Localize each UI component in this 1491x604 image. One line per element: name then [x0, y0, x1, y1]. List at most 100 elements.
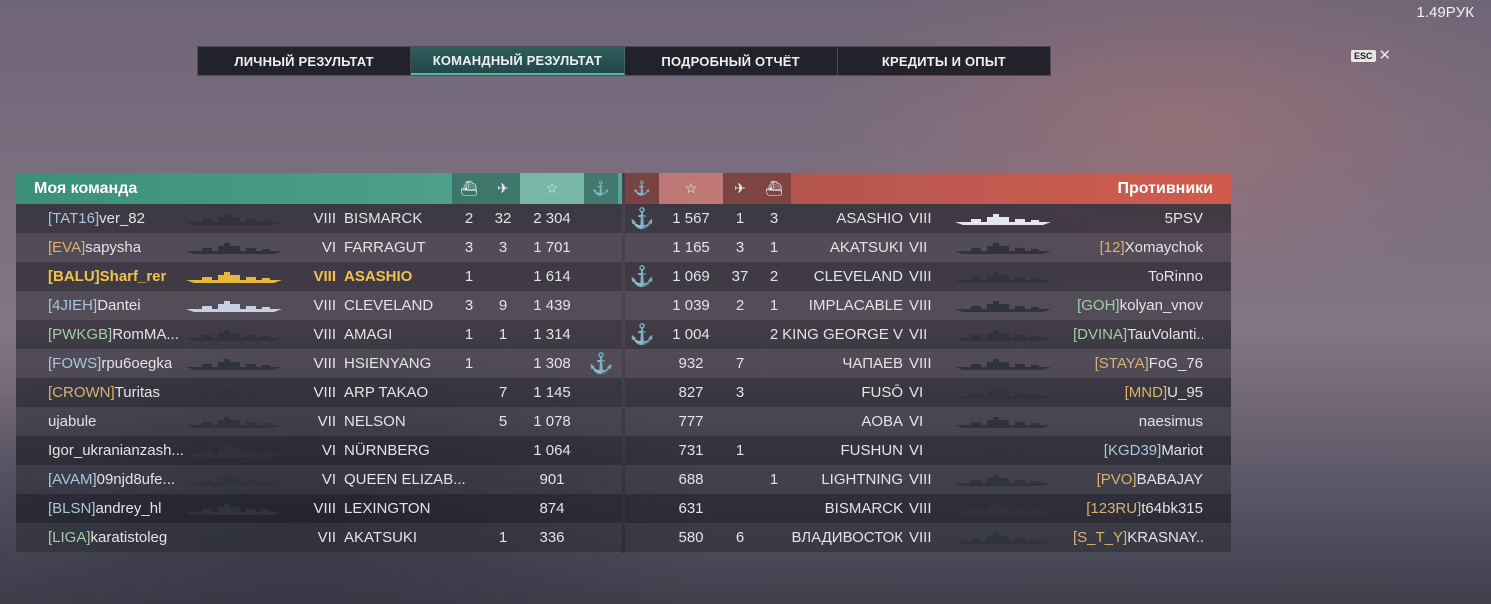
ships-destroyed: 1 — [769, 239, 779, 256]
player-name: [S_T_Y]KRASNAY... — [1073, 529, 1203, 546]
ship-tier: VI — [321, 471, 336, 488]
player-row[interactable]: 631 BISMARCK VIII [123RU]t64bk315 — [625, 494, 1231, 523]
player-row[interactable]: ujabule VII NELSON 5 1 078 — [16, 407, 622, 436]
player-name-cell: [BALU]Sharf_rer — [16, 268, 186, 285]
player-row[interactable]: ⚓ 1 069 37 2 CLEVELAND VIII ToRinno — [625, 262, 1231, 291]
player-row[interactable]: Igor_ukranianzash... VI NÜRNBERG 1 064 — [16, 436, 622, 465]
player-row[interactable]: 688 1 LIGHTNING VIII [PVO]BABAJAY — [625, 465, 1231, 494]
player-nickname: FoG_76 — [1148, 355, 1203, 372]
score-star-icon[interactable]: ☆ — [520, 173, 584, 204]
ship-silhouette — [186, 385, 310, 401]
base-xp-score: 1 165 — [672, 239, 710, 256]
clan-tag: [DVINA] — [1073, 326, 1128, 343]
ship-silhouette-icon — [186, 358, 282, 370]
ship-silhouette-icon — [955, 416, 1051, 428]
clan-tag: [S_T_Y] — [1073, 529, 1128, 546]
base-xp-score: 1 439 — [533, 297, 571, 314]
player-nickname: Turitas — [114, 384, 160, 401]
player-row[interactable]: 827 3 FUSŌ VI [MND]U_95 — [625, 378, 1231, 407]
player-row[interactable]: 1 039 2 1 IMPLACABLE VIII [GOH]kolyan_vnov — [625, 291, 1231, 320]
tab-personal-result[interactable]: ЛИЧНЫЙ РЕЗУЛЬТАТ — [198, 47, 412, 75]
enemy-team-title: Противники — [1117, 179, 1214, 197]
player-row[interactable]: [EVA]sapysha VI FARRAGUT 3 3 1 701 — [16, 233, 622, 262]
ship-tier: VII — [909, 239, 928, 256]
my-team-rows: [TAT16]ver_82 VIII BISMARCK 2 32 2 304 [EVA]sa… — [16, 204, 622, 552]
plane-kill-icon[interactable]: ✈ — [486, 173, 520, 204]
base-xp-score: 631 — [678, 500, 704, 517]
player-row[interactable]: 932 7 ЧАПАЕВ VIII [STAYA]FoG_76 — [625, 349, 1231, 378]
player-nickname: BABAJAY — [1136, 471, 1203, 488]
player-nickname: andrey_hl — [95, 500, 162, 517]
ship-tier: VIII — [313, 268, 336, 285]
player-nickname: 09njd8ufe... — [96, 471, 176, 488]
player-row[interactable]: [PWKGB]RomMA... VIII AMAGI 1 1 1 314 — [16, 320, 622, 349]
tab-credits-xp[interactable]: КРЕДИТЫ И ОПЫТ — [838, 47, 1050, 75]
planes-destroyed: 1 — [735, 210, 745, 227]
ship-silhouette-icon — [186, 474, 282, 486]
ship-name: ASASHIO — [836, 210, 903, 227]
clan-tag: [KGD39] — [1103, 442, 1162, 459]
player-name-cell: [STAYA]FoG_76 — [1073, 355, 1231, 372]
player-row[interactable]: 1 165 3 1 AKATSUKI VII [12]Xomaychok — [625, 233, 1231, 262]
player-name: [TAT16]ver_82 — [48, 210, 145, 227]
player-row[interactable]: [TAT16]ver_82 VIII BISMARCK 2 32 2 304 — [16, 204, 622, 233]
ship-name: LIGHTNING — [821, 471, 903, 488]
player-name: naesimus — [1139, 413, 1203, 430]
player-row[interactable]: [AVAM]09njd8ufe... VI QUEEN ELIZAB... 901 — [16, 465, 622, 494]
ship-kill-icon[interactable]: ⛴ — [757, 173, 791, 204]
player-row[interactable]: [FOWS]rpu6oegka VIII HSIENYANG 1 1 308 ⚓ — [16, 349, 622, 378]
base-capture-cell: ⚓ — [625, 322, 659, 347]
player-name: 5PSV — [1165, 210, 1203, 227]
player-name: [STAYA]FoG_76 — [1095, 355, 1203, 372]
ship-name: LEXINGTON — [344, 500, 431, 517]
player-row[interactable]: [BLSN]andrey_hl VIII LEXINGTON 874 — [16, 494, 622, 523]
player-row[interactable]: [LIGA]karatistoleg VII AKATSUKI 1 336 — [16, 523, 622, 552]
base-anchor-icon[interactable]: ⚓ — [625, 173, 659, 204]
close-button[interactable]: ESC ✕ — [1351, 48, 1391, 63]
base-xp-score: 2 304 — [533, 210, 571, 227]
player-row[interactable]: 731 1 FUSHUN VI [KGD39]Mariot — [625, 436, 1231, 465]
player-row[interactable]: ⚓ 1 004 2 KING GEORGE V VII [DVINA]TauVolanti… — [625, 320, 1231, 349]
base-capture-cell: ⚓ — [584, 351, 618, 376]
base-anchor-icon[interactable]: ⚓ — [584, 173, 618, 204]
ship-tier: VIII — [313, 355, 336, 372]
ship-tier: VII — [909, 326, 928, 343]
ship-silhouette — [186, 298, 310, 314]
planes-destroyed: 9 — [498, 297, 508, 314]
player-name-cell: naesimus — [1073, 413, 1231, 430]
anchor-icon: ⚓ — [629, 208, 655, 230]
player-row[interactable]: ⚓ 1 567 1 3 ASASHIO VIII 5PSV — [625, 204, 1231, 233]
player-name-cell: [12]Xomaychok — [1073, 239, 1231, 256]
ship-silhouette — [186, 501, 310, 517]
ship-kill-icon[interactable]: ⛴ — [452, 173, 486, 204]
player-name-cell: [4JIEH]Dantei — [16, 297, 186, 314]
version-label: 1.49PУК — [1416, 4, 1474, 21]
player-name-cell: [FOWS]rpu6oegka — [16, 355, 186, 372]
ship-silhouette-icon — [955, 300, 1051, 312]
base-xp-score: 336 — [539, 529, 565, 546]
ship-name: KING GEORGE V — [782, 326, 903, 343]
player-row[interactable]: [BALU]Sharf_rer VIII ASASHIO 1 1 614 — [16, 262, 622, 291]
tab-detailed-report[interactable]: ПОДРОБНЫЙ ОТЧЁТ — [625, 47, 838, 75]
ship-silhouette — [186, 356, 310, 372]
ship-silhouette-icon — [955, 387, 1051, 399]
player-row[interactable]: [4JIEH]Dantei VIII CLEVELAND 3 9 1 439 — [16, 291, 622, 320]
ship-silhouette — [933, 443, 1073, 459]
plane-kill-icon[interactable]: ✈ — [723, 173, 757, 204]
ship-silhouette — [933, 472, 1073, 488]
ship-name: CLEVELAND — [344, 297, 434, 314]
player-row[interactable]: 777 AOBA VI naesimus — [625, 407, 1231, 436]
ship-tier: VIII — [909, 471, 932, 488]
ship-silhouette-icon — [186, 300, 282, 312]
planes-destroyed: 3 — [735, 239, 745, 256]
player-row[interactable]: [CROWN]Turitas VIII ARP TAKAO 7 1 145 — [16, 378, 622, 407]
ship-silhouette-icon — [955, 474, 1051, 486]
score-star-icon[interactable]: ☆ — [659, 173, 723, 204]
player-name: [BLSN]andrey_hl — [48, 500, 161, 517]
tab-team-result[interactable]: КОМАНДНЫЙ РЕЗУЛЬТАТ — [411, 47, 625, 75]
clan-tag: [BALU] — [48, 268, 100, 285]
base-capture-cell: ⚓ — [625, 206, 659, 231]
esc-key-icon: ESC — [1351, 50, 1376, 62]
base-xp-score: 1 614 — [533, 268, 571, 285]
player-row[interactable]: 580 6 ВЛАДИВОСТОК VIII [S_T_Y]KRASNAY... — [625, 523, 1231, 552]
